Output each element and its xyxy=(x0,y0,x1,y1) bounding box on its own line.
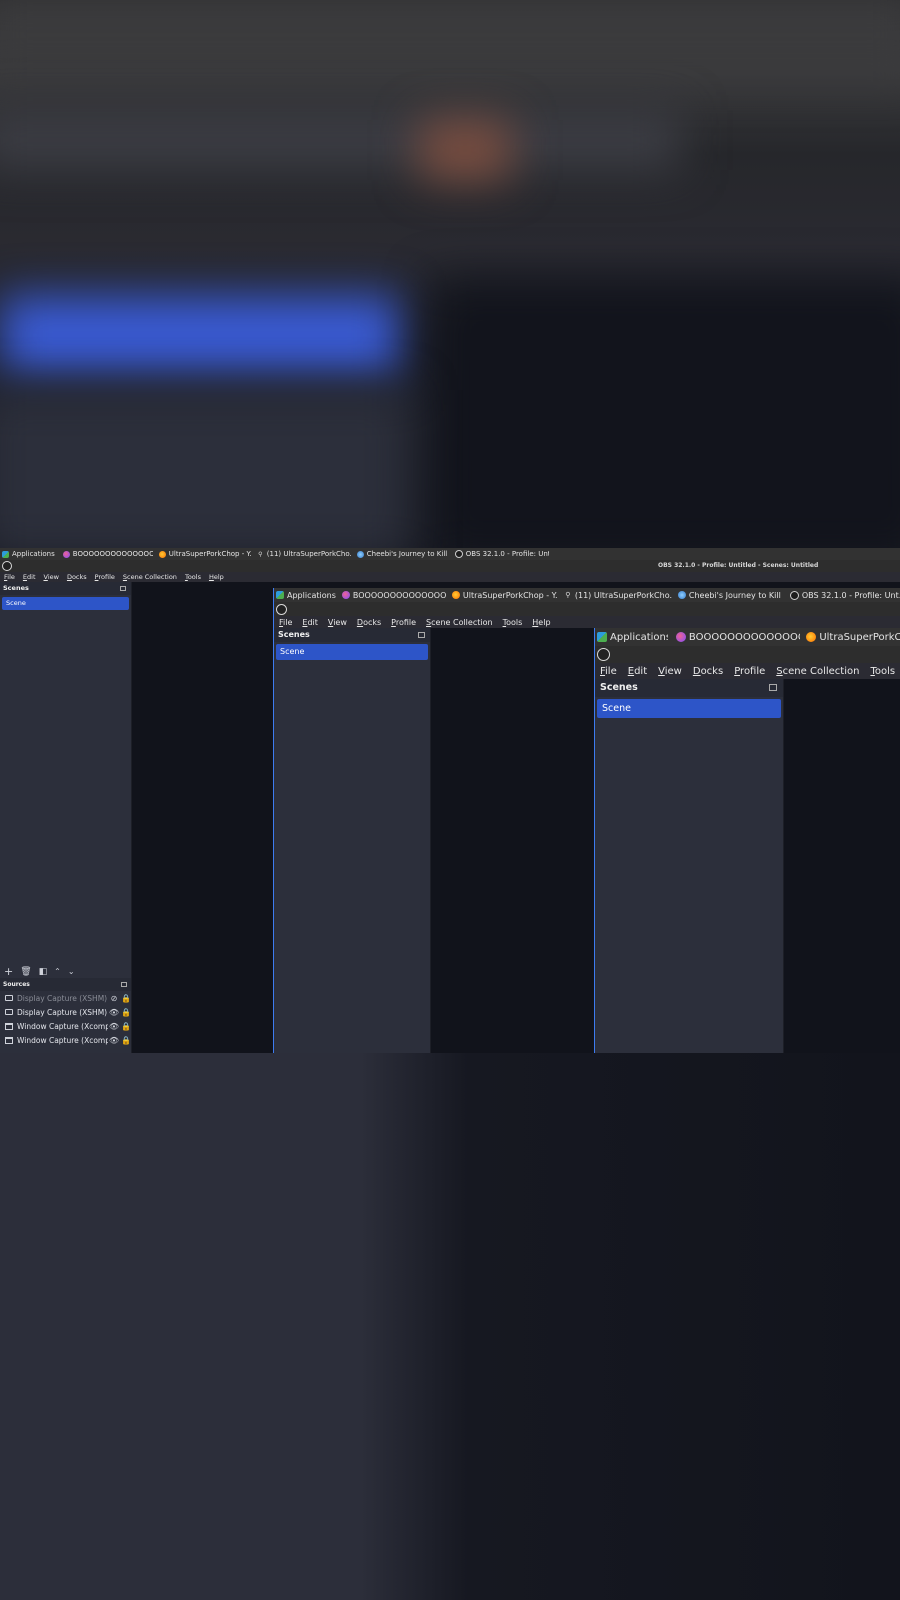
cat-icon xyxy=(677,591,686,599)
applications-icon xyxy=(2,550,9,558)
applications-menu[interactable]: Applications xyxy=(2,550,55,558)
nested-task-item: BOOOOOOOOOOOOOO... xyxy=(341,591,446,600)
menu-bar: File Edit View Docks Profile Scene Colle… xyxy=(0,572,900,582)
sources-panel: Sources Display Capture (XSHM) 2 ⊘ 🔒 Dis… xyxy=(0,978,131,1053)
nested-task-item: Cheebi's Journey to Kill ... xyxy=(677,591,784,600)
scenes-panel-title: Scenes xyxy=(3,584,29,592)
nested-titlebar-3 xyxy=(595,646,900,663)
menu-edit[interactable]: Edit xyxy=(23,573,36,581)
trash-icon[interactable]: 🗑 xyxy=(20,967,31,977)
applications-menu: Applications xyxy=(276,591,336,600)
source-item[interactable]: Display Capture (XSHM) 2 ⊘ 🔒 xyxy=(0,991,131,1005)
nested-task-item: ⚲ (11) UltraSuperPorkCho... xyxy=(565,590,672,600)
lock-icon[interactable]: 🔒 xyxy=(120,994,131,1003)
obs-logo-icon xyxy=(276,604,287,615)
window-titlebar: OBS 32.1.0 - Profile: Untitled - Scenes:… xyxy=(0,560,900,572)
nested-preview-2: Applications BOOOOOOOOOOOOOO... UltraSup… xyxy=(431,628,900,1053)
applications-menu: Applications xyxy=(597,632,668,643)
nested-obs-window-2: Applications BOOOOOOOOOOOOOO... UltraSup… xyxy=(273,588,900,1053)
firefox-icon xyxy=(451,591,460,599)
display-icon xyxy=(5,995,13,1001)
blurred-background-bottom xyxy=(0,1053,900,1600)
source-item[interactable]: Window Capture (Xcomposite) 👁 🔒 xyxy=(0,1033,131,1047)
eye-hidden-icon[interactable]: ⊘ xyxy=(108,994,120,1003)
applications-icon xyxy=(597,632,607,642)
menu-help[interactable]: Help xyxy=(209,573,224,581)
menu-view[interactable]: View xyxy=(44,573,59,581)
menu-profile[interactable]: Profile xyxy=(95,573,115,581)
pin-icon: ⚲ xyxy=(258,550,263,558)
lock-icon[interactable]: 🔒 xyxy=(120,1008,131,1017)
obs-logo-icon xyxy=(2,561,12,571)
scenes-panel: Scenes Scene + 🗑 ◧ ⌃ ⌄ Sources Display C… xyxy=(0,582,132,1053)
window-icon xyxy=(5,1022,13,1030)
add-scene-icon[interactable]: + xyxy=(4,965,13,978)
eye-icon[interactable]: 👁 xyxy=(108,1008,120,1017)
menu-tools[interactable]: Tools xyxy=(185,573,201,581)
menu-docks[interactable]: Docks xyxy=(67,573,87,581)
eye-icon[interactable]: 👁 xyxy=(108,1036,120,1045)
task-item-cheebi[interactable]: Cheebi's Journey to Kill ... xyxy=(356,550,449,558)
menu-scene-collection[interactable]: Scene Collection xyxy=(123,573,177,581)
firefox-icon xyxy=(806,632,817,642)
move-up-icon[interactable]: ⌃ xyxy=(54,967,61,976)
pin-icon: ⚲ xyxy=(565,591,571,599)
preview-canvas[interactable]: Applications BOOOOOOOOOOOOOO... UltraSup… xyxy=(132,582,900,1053)
undock-icon[interactable] xyxy=(121,982,127,987)
nested-titlebar-2 xyxy=(274,602,900,616)
task-item-booo[interactable]: BOOOOOOOOOOOOOO... xyxy=(62,550,153,558)
browser-icon xyxy=(62,550,70,558)
nested-obs-window-3: Applications BOOOOOOOOOOOOOO... UltraSup… xyxy=(594,628,900,1053)
scene-list-item[interactable]: Scene xyxy=(2,597,129,610)
nested-preview-3 xyxy=(784,679,900,1053)
scene-toolbar: + 🗑 ◧ ⌃ ⌄ xyxy=(4,965,82,978)
task-item-ultrasuperporkchop[interactable]: UltraSuperPorkChop - Y... xyxy=(158,550,251,558)
display-icon xyxy=(5,1009,13,1015)
browser-icon xyxy=(675,632,686,642)
task-item-obs[interactable]: OBS 32.1.0 - Profile: Unt... xyxy=(454,550,549,558)
undock-icon xyxy=(418,632,425,638)
undock-icon xyxy=(769,684,777,691)
source-item[interactable]: Display Capture (XSHM) 👁 🔒 xyxy=(0,1005,131,1019)
obs-logo-icon xyxy=(597,648,610,661)
applications-icon xyxy=(276,591,284,599)
nested-task-item: BOOOOOOOOOOOOOO... xyxy=(675,632,800,643)
nested-task-item: UltraSuperPorkC xyxy=(806,632,900,643)
nested-menu-bar-3: File Edit View Docks Profile Scene Colle… xyxy=(595,663,900,679)
lock-icon[interactable]: 🔒 xyxy=(120,1022,131,1031)
obs-icon xyxy=(789,590,799,600)
obs-icon xyxy=(454,550,463,558)
nested-scene-item: Scene xyxy=(276,644,428,660)
firefox-icon xyxy=(158,550,166,558)
browser-icon xyxy=(341,591,350,599)
window-title: OBS 32.1.0 - Profile: Untitled - Scenes:… xyxy=(658,562,819,569)
cat-icon xyxy=(356,550,364,558)
window-icon xyxy=(5,1036,13,1044)
nested-scene-item: Scene xyxy=(597,699,781,718)
eye-icon[interactable]: 👁 xyxy=(108,1022,120,1031)
nested-scenes-panel-3: Scenes Scene xyxy=(595,679,784,1053)
taskbar: Applications BOOOOOOOOOOOOOO... UltraSup… xyxy=(0,548,900,560)
nested-scenes-panel-2: Scenes Scene xyxy=(274,628,431,1053)
nested-menu-bar-2: File Edit View Docks Profile Scene Colle… xyxy=(274,616,900,628)
lock-icon[interactable]: 🔒 xyxy=(120,1036,131,1045)
move-down-icon[interactable]: ⌄ xyxy=(68,967,75,976)
nested-task-item: UltraSuperPorkChop - Y... xyxy=(451,591,558,600)
menu-file[interactable]: File xyxy=(4,573,15,581)
nested-taskbar-2: Applications BOOOOOOOOOOOOOO... UltraSup… xyxy=(274,588,900,602)
blurred-background-top xyxy=(0,0,900,548)
nested-task-item: OBS 32.1.0 - Profile: Unt... xyxy=(789,590,900,600)
source-item[interactable]: Window Capture (Xcomposite) 👁 🔒 xyxy=(0,1019,131,1033)
undock-icon[interactable] xyxy=(120,586,126,591)
sources-panel-title: Sources xyxy=(3,981,30,988)
filter-icon[interactable]: ◧ xyxy=(39,967,48,977)
task-item-ultrasuperporkchop-11[interactable]: ⚲ (11) UltraSuperPorkCho... xyxy=(257,550,351,558)
nested-taskbar-3: Applications BOOOOOOOOOOOOOO... UltraSup… xyxy=(595,628,900,646)
